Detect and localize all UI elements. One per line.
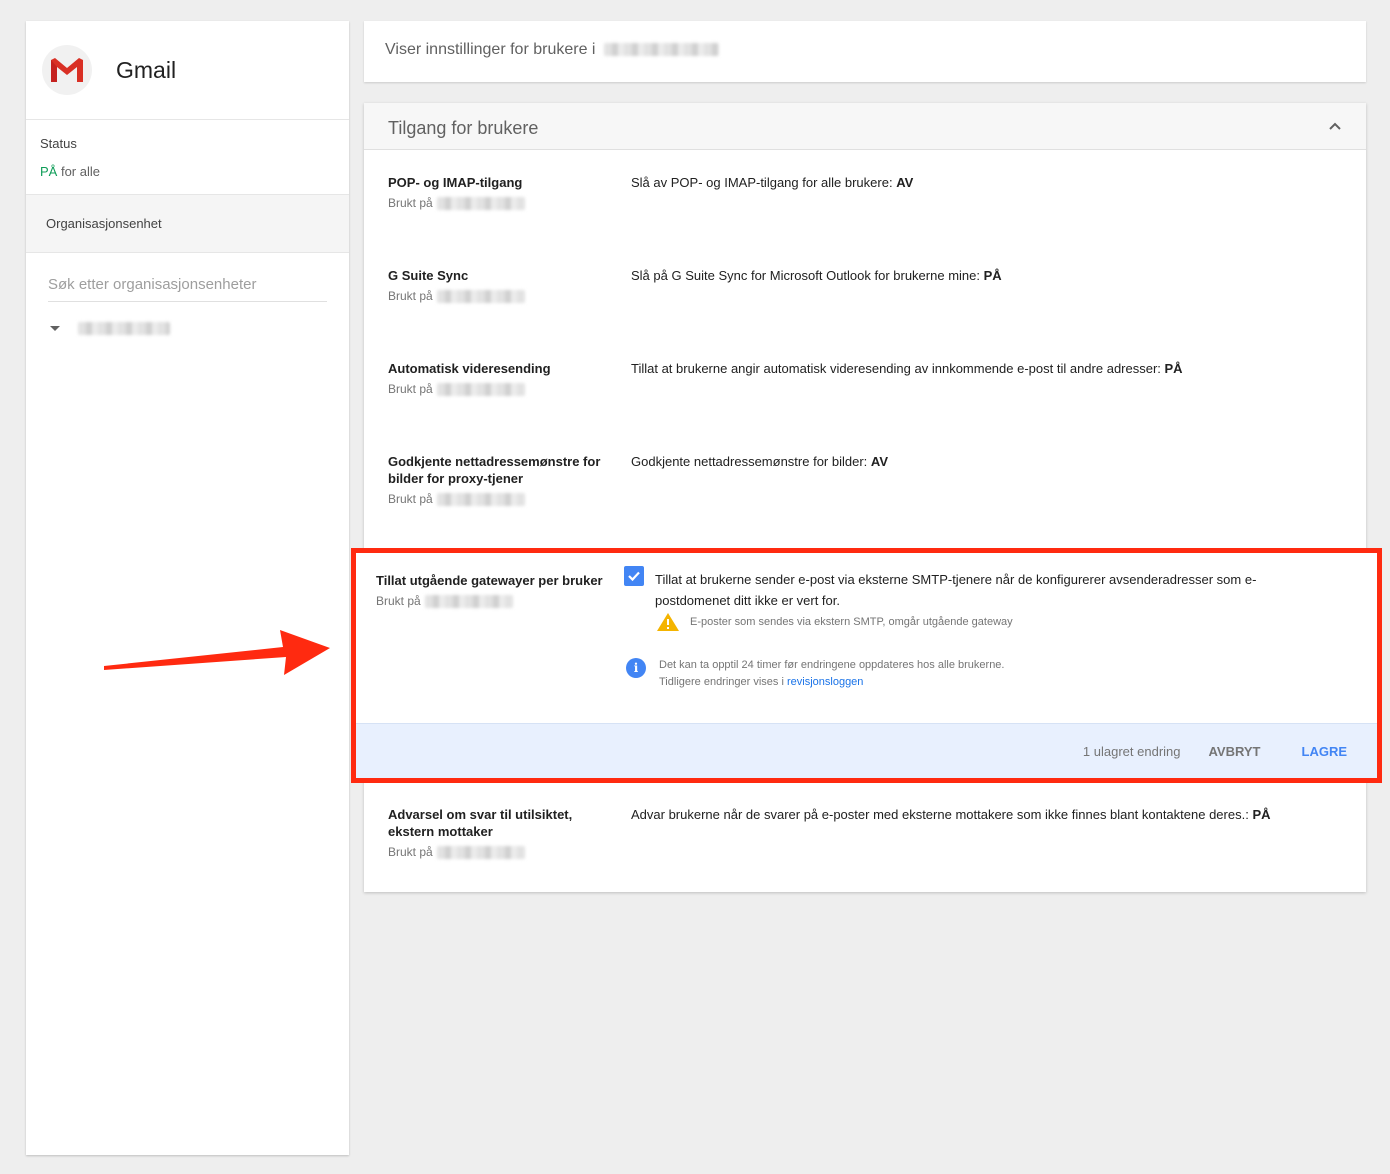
checkbox-label[interactable]: Tillat at brukerne sender e-post via eks… <box>655 569 1315 611</box>
setting-title: G Suite Sync <box>388 268 469 283</box>
checkbox-checked-icon[interactable] <box>624 566 644 586</box>
applied-to: Brukt på <box>388 844 610 861</box>
status-rest-text: for alle <box>57 164 100 179</box>
app-title: Gmail <box>116 56 177 83</box>
warning-message: E-poster som sendes via ekstern SMTP, om… <box>656 612 1013 632</box>
setting-title: Tillat utgående gatewayer per bruker <box>376 573 603 588</box>
applied-to: Brukt på <box>388 288 610 305</box>
redacted-org-name <box>78 322 170 335</box>
setting-desc: Advar brukerne når de svarer på e-poster… <box>631 807 1271 822</box>
setting-title: POP- og IMAP-tilgang <box>388 175 523 190</box>
info-icon: i <box>626 658 646 678</box>
chevron-up-icon[interactable] <box>1328 119 1342 133</box>
app-header: Gmail <box>26 21 349 120</box>
setting-title: Advarsel om svar til utilsiktet, ekstern… <box>388 807 573 839</box>
save-bar: 1 ulagret endring AVBRYT LAGRE <box>356 723 1377 778</box>
scope-text: Viser innstillinger for brukere i <box>385 41 596 58</box>
redacted-domain <box>603 43 719 57</box>
setting-title: Godkjente nettadressemønstre for bilder … <box>388 454 601 486</box>
setting-desc: Slå på G Suite Sync for Microsoft Outloo… <box>631 268 1002 283</box>
unsaved-changes-text: 1 ulagret endring <box>1082 743 1181 759</box>
setting-title: Automatisk videresending <box>388 361 551 376</box>
applied-to: Brukt på <box>388 195 610 212</box>
applied-to: Brukt på <box>388 381 610 398</box>
settings-scope-bar: Viser innstillinger for brukere i <box>364 21 1366 82</box>
audit-log-link[interactable]: revisjonsloggen <box>787 676 863 688</box>
warning-icon <box>657 613 679 631</box>
caret-down-icon[interactable] <box>50 326 60 331</box>
card-header[interactable]: Tilgang for brukere <box>364 103 1366 150</box>
org-search-input[interactable]: Søk etter organisasjonsenheter <box>48 276 327 302</box>
info-message: i Det kan ta opptil 24 timer før endring… <box>626 657 1004 691</box>
card-title: Tilgang for brukere <box>388 118 539 138</box>
status-block: Status PÅ for alle <box>26 120 349 195</box>
setting-desc: Godkjente nettadressemønstre for bilder:… <box>631 454 888 469</box>
left-panel: Gmail Status PÅ for alle Organisasjonsen… <box>26 21 349 1155</box>
gmail-logo-icon <box>42 45 92 95</box>
applied-to: Brukt på <box>388 491 610 508</box>
applied-to: Brukt på <box>376 593 616 610</box>
status-on-text: PÅ <box>40 164 58 179</box>
save-button[interactable]: LAGRE <box>1302 744 1348 759</box>
highlighted-setting-outbound-gateway: Tillat utgående gatewayer per bruker Bru… <box>351 548 1382 783</box>
status-label: Status <box>40 136 77 151</box>
setting-desc: Slå av POP- og IMAP-tilgang for alle bru… <box>631 175 914 190</box>
org-unit-title: Organisasjonsenhet <box>26 195 349 253</box>
org-tree-item[interactable] <box>50 322 349 335</box>
status-value[interactable]: PÅ for alle <box>40 164 335 179</box>
setting-desc: Tillat at brukerne angir automatisk vide… <box>631 361 1183 376</box>
cancel-button[interactable]: AVBRYT <box>1209 744 1261 759</box>
arrow-annotation-icon <box>104 630 330 675</box>
